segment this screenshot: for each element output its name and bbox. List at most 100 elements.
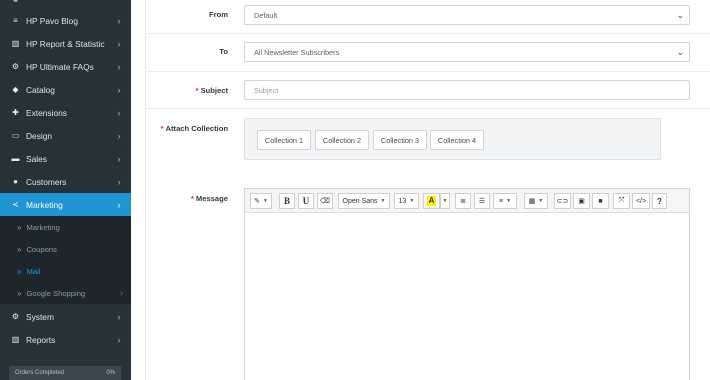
message-label-text: Message [195,194,228,203]
sidebar-item-label: Marketing [26,199,63,210]
clear-format-button[interactable]: ⌫ [317,193,333,209]
help-button[interactable]: ? [652,193,667,209]
highlight-color-icon: A [427,196,436,206]
sidebar-subitem-label: Marketing [26,222,60,232]
sidebar-item-catalog[interactable]: ◆ Catalog › [0,78,131,101]
sidebar-item-label: Catalog [26,84,55,95]
fullscreen-button[interactable]: ⤧ [613,193,630,209]
color-dropdown-button[interactable]: ▼ [440,193,450,209]
unordered-list-button[interactable]: ≣ [455,193,471,209]
sidebar-subitem-mail[interactable]: » Mail [0,260,131,282]
blog-icon: ≡ [13,16,18,25]
caret-down-icon: ▼ [409,198,415,204]
bold-button[interactable]: B [279,193,295,209]
collection-2-button[interactable]: Collection 2 [315,130,369,150]
link-icon: ⊂⊃ [556,198,569,205]
sidebar-subitem-marketing[interactable]: » Marketing [0,216,131,238]
codeview-button[interactable]: </> [632,193,650,209]
from-select-value: Default [254,10,278,20]
sidebar-item-hp-pavo-blog[interactable]: ≡ HP Pavo Blog › [0,9,131,32]
chevron-right-icon: › [120,288,123,298]
orders-completed-progress: Orders Completed 0% [9,366,121,380]
sidebar-item-customers[interactable]: ● Customers › [0,170,131,193]
paragraph-align-dropdown[interactable]: ≡ ▼ [493,193,517,209]
caret-down-icon: ▼ [506,198,512,204]
sidebar-item-label: Extensions [26,107,67,118]
caret-down-icon: ▼ [538,198,544,204]
to-label: To [219,47,228,56]
subject-label-text: Subject [200,86,228,95]
to-select-value: All Newsletter Subscribers [254,47,340,57]
chevron-right-icon: › [117,199,121,210]
double-chevron-icon: » [17,288,22,298]
reports-icon: ▥ [11,335,20,344]
attach-collection-label: * Attach Collection [145,124,228,133]
sidebar-item-hp-report[interactable]: ▥ HP Report & Statistic › [0,32,131,55]
sidebar-item-label: Reports [26,334,56,345]
collection-3-button[interactable]: Collection 3 [373,130,427,150]
message-editor: ✎ ▼ B U ⌫ Open Sans ▼ 13 ▼ A ▼ ≣ ☰ ≡ ▼ ▦ ▼ [244,188,690,380]
editor-toolbar: ✎ ▼ B U ⌫ Open Sans ▼ 13 ▼ A ▼ ≣ ☰ ≡ ▼ ▦ ▼ [245,189,689,213]
cog-icon: ⚙ [11,312,20,321]
underline-button[interactable]: U [298,193,314,209]
sidebar-item-marketing[interactable]: ≺ Marketing › [0,193,131,216]
cogs-icon: ⚙ [11,62,20,71]
collection-1-button[interactable]: Collection 1 [257,130,311,150]
font-family-dropdown[interactable]: Open Sans ▼ [338,193,390,209]
sidebar: ≡ ≡ HP Pavo Blog › ▥ HP Report & Statist… [0,0,131,380]
caret-down-icon: ▼ [380,198,386,204]
message-editor-area[interactable] [245,214,689,380]
puzzle-icon: ✚ [12,108,19,117]
collection-4-button[interactable]: Collection 4 [430,130,484,150]
table-dropdown[interactable]: ▦ ▼ [524,193,548,209]
sidebar-item-design[interactable]: ▭ Design › [0,124,131,147]
subject-label: * Subject [160,86,228,95]
to-select[interactable]: All Newsletter Subscribers ⌄ [244,42,690,62]
user-icon: ● [13,177,18,186]
chevron-right-icon: › [117,15,121,26]
double-chevron-icon: » [17,222,22,232]
message-label: * Message [160,194,228,203]
sidebar-item-sales[interactable]: ▬ Sales › [0,147,131,170]
chevron-down-icon: ⌄ [676,10,684,20]
caret-down-icon: ▼ [262,198,268,204]
align-icon: ≡ [498,197,504,205]
from-select[interactable]: Default ⌄ [244,5,690,25]
sidebar-subitem-label: Google Shopping [26,288,86,298]
sidebar-item-hp-faqs[interactable]: ⚙ HP Ultimate FAQs › [0,55,131,78]
chevron-right-icon: › [117,130,121,141]
sidebar-item-label: HP Report & Statistic [26,38,105,49]
font-family-value: Open Sans [342,197,378,205]
text-color-button[interactable]: A [423,193,440,209]
divider [145,33,710,34]
bar-chart-icon: ▥ [11,39,20,48]
required-mark: * [160,124,164,133]
desktop-icon: ▭ [11,131,20,140]
eraser-icon: ⌫ [320,198,330,205]
share-icon: ≺ [12,200,19,209]
tag-icon: ◆ [12,85,19,94]
chevron-right-icon: › [117,311,121,322]
sidebar-item-extensions[interactable]: ✚ Extensions › [0,101,131,124]
divider [145,108,710,109]
chevron-right-icon: › [117,176,121,187]
double-chevron-icon: » [17,244,22,254]
style-button[interactable]: ✎ ▼ [250,193,272,209]
subject-input[interactable]: Subject [244,80,690,100]
picture-button[interactable]: ▣ [573,193,590,209]
sidebar-item-reports[interactable]: ▥ Reports › [0,328,131,351]
double-chevron-icon: » [17,266,22,276]
picture-icon: ▣ [578,198,585,205]
link-button[interactable]: ⊂⊃ [554,193,571,209]
attach-collection-label-text: Attach Collection [165,124,228,133]
required-mark: * [190,194,194,203]
chevron-right-icon: › [117,38,121,49]
sidebar-subitem-google-shopping[interactable]: » Google Shopping › [0,282,131,304]
font-size-dropdown[interactable]: 13 ▼ [394,193,419,209]
sidebar-subitem-coupons[interactable]: » Coupons [0,238,131,260]
video-button[interactable]: ■ [592,193,609,209]
chevron-right-icon: › [117,84,121,95]
divider [145,71,710,72]
sidebar-item-system[interactable]: ⚙ System › [0,305,131,328]
ordered-list-button[interactable]: ☰ [474,193,490,209]
